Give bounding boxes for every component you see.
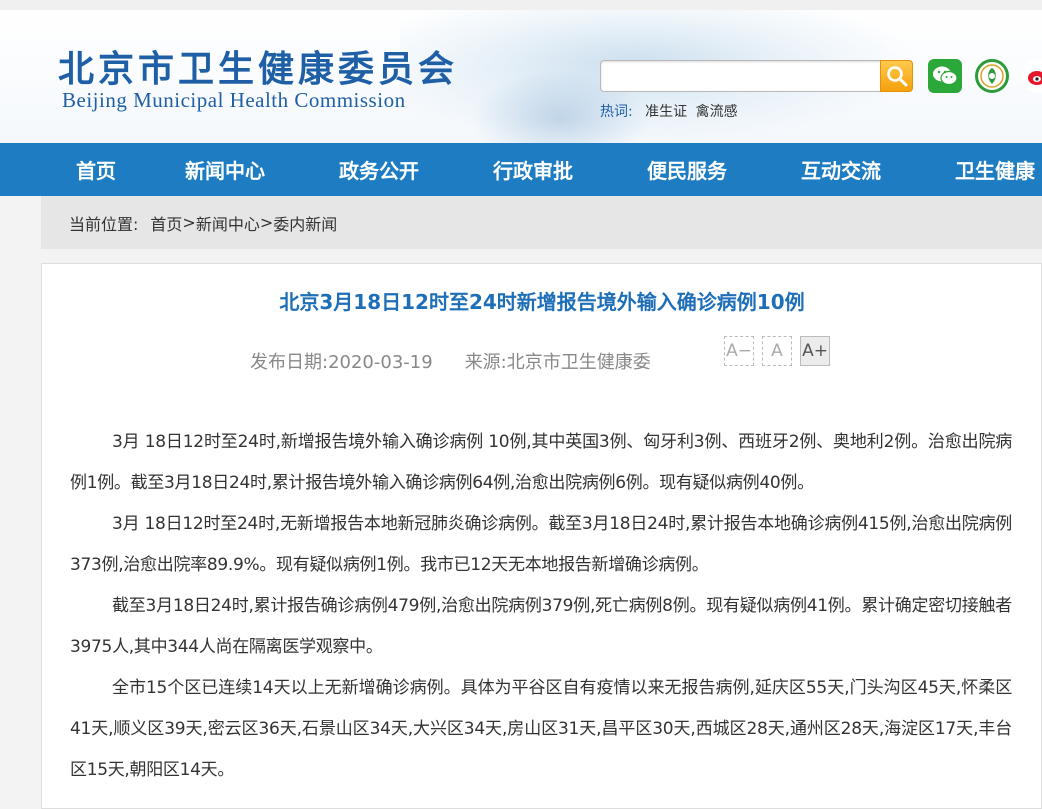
article-meta: 发布日期:2020-03-19 来源:北京市卫生健康委 (250, 348, 651, 374)
breadcrumb-label: 当前位置: (69, 214, 139, 234)
site-header: 北京市卫生健康委员会 Beijing Municipal Health Comm… (0, 10, 1042, 143)
source-value: 北京市卫生健康委 (506, 352, 651, 373)
breadcrumb-separator: > (182, 213, 196, 232)
font-decrease-label: A− (726, 341, 752, 361)
breadcrumb-link-news-center[interactable]: 新闻中心 (196, 211, 260, 235)
breadcrumb-link-internal-news[interactable]: 委内新闻 (273, 211, 337, 235)
font-reset-label: A (771, 341, 783, 361)
font-increase-label: A+ (802, 341, 828, 361)
article-paragraph: 3月 18日12时至24时,新增报告境外输入确诊病例 10例,其中英国3例、匈牙… (70, 432, 1012, 493)
nav-item-government-affairs[interactable]: 政务公开 (339, 143, 419, 196)
nav-item-label: 便民服务 (647, 159, 727, 183)
publish-date-label: 发布日期: (250, 352, 329, 373)
hotword-link[interactable]: 准生证 (645, 104, 687, 120)
top-strip (0, 0, 1042, 10)
nav-item-label: 行政审批 (493, 159, 573, 183)
nav-item-label: 互动交流 (801, 159, 881, 183)
nav-item-label: 首页 (76, 159, 116, 183)
wechat-icon[interactable] (928, 59, 962, 93)
font-reset-button[interactable]: A (762, 336, 792, 366)
breadcrumb-link-home[interactable]: 首页 (150, 211, 182, 235)
nav-item-health[interactable]: 卫生健康 (955, 143, 1035, 196)
nav-item-label: 卫生健康 (955, 159, 1035, 183)
nav-item-public-services[interactable]: 便民服务 (647, 143, 727, 196)
source-label: 来源: (464, 352, 507, 373)
search-icon (886, 66, 907, 87)
article-paragraph: 截至3月18日24时,累计报告确诊病例479例,治愈出院病例379例,死亡病例8… (70, 596, 1012, 657)
weibo-icon[interactable] (1022, 59, 1042, 93)
health-emblem-icon[interactable] (975, 59, 1009, 93)
hotword-link[interactable]: 禽流感 (696, 104, 738, 120)
breadcrumb-separator: > (259, 213, 274, 232)
search-button[interactable] (880, 60, 913, 92)
article-paragraph: 3月 18日12时至24时,无新增报告本地新冠肺炎确诊病例。截至3月18日24时… (70, 514, 1012, 575)
nav-item-label: 政务公开 (339, 159, 419, 183)
publish-date: 2020-03-19 (328, 352, 433, 373)
font-decrease-button[interactable]: A− (724, 336, 754, 366)
hotwords: 热词: 准生证 禽流感 (600, 101, 738, 121)
site-logo-english[interactable]: Beijing Municipal Health Commission (62, 88, 406, 113)
article-body: 3月 18日12时至24时,新增报告境外输入确诊病例 10例,其中英国3例、匈牙… (70, 422, 1012, 791)
article-container: 北京3月18日12时至24时新增报告境外输入确诊病例10例 发布日期:2020-… (41, 263, 1042, 809)
article-title: 北京3月18日12时至24时新增报告境外输入确诊病例10例 (279, 290, 805, 314)
font-increase-button[interactable]: A+ (800, 336, 830, 366)
nav-item-home[interactable]: 首页 (76, 143, 116, 196)
nav-item-news-center[interactable]: 新闻中心 (185, 143, 265, 196)
search-input[interactable] (601, 61, 881, 91)
nav-item-label: 新闻中心 (185, 159, 265, 183)
main-navigation: 首页 新闻中心 政务公开 行政审批 便民服务 互动交流 卫生健康 (0, 143, 1042, 196)
breadcrumb: 当前位置: 首页 > 新闻中心 > 委内新闻 (41, 196, 1042, 249)
site-logo-chinese[interactable]: 北京市卫生健康委员会 (58, 40, 458, 92)
nav-item-interaction[interactable]: 互动交流 (801, 143, 881, 196)
hotwords-label: 热词: (600, 104, 633, 120)
article-paragraph: 全市15个区已连续14天以上无新增确诊病例。具体为平谷区自有疫情以来无报告病例,… (70, 678, 1012, 780)
search-field[interactable] (600, 60, 882, 92)
nav-item-administrative-approval[interactable]: 行政审批 (493, 143, 573, 196)
